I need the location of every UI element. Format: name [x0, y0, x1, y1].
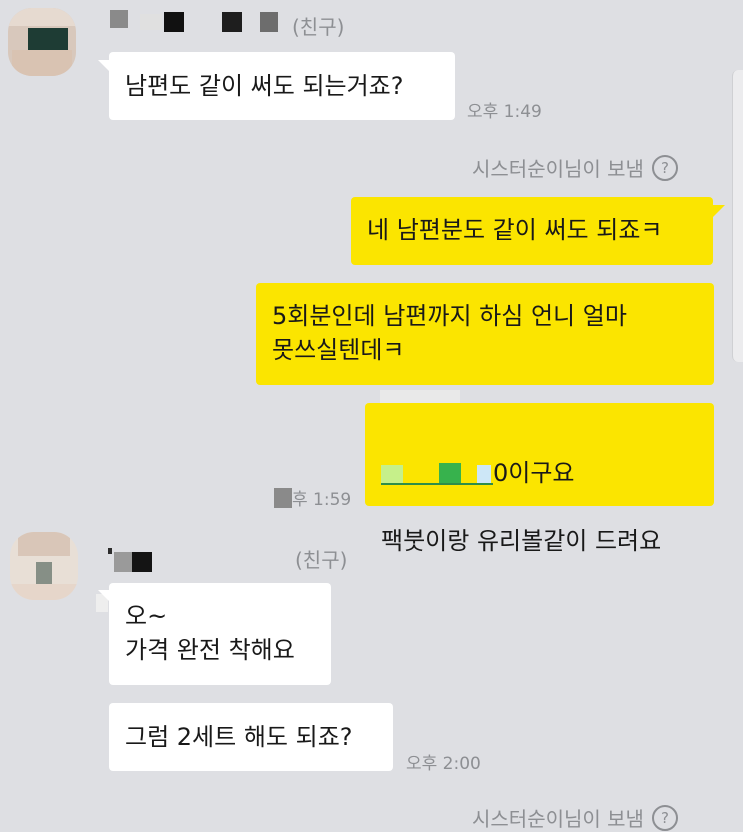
friend-avatar[interactable]	[10, 532, 78, 600]
scrollbar[interactable]	[732, 70, 743, 362]
friend-name-redacted	[110, 10, 280, 32]
friend-tag: (친구)	[292, 15, 345, 39]
friend-tag: (친구)	[295, 548, 348, 572]
redacted-strip	[380, 390, 460, 404]
chat-room: (친구) 남편도 같이 써도 되는거죠? 오후 1:49 시스터순이님이 보냄 …	[0, 0, 743, 831]
message-line-2: 팩붓이랑 유리볼같이 드려요	[381, 527, 662, 555]
friend-name-redacted	[108, 548, 158, 574]
redacted-link[interactable]	[381, 461, 493, 485]
message-line-1: 0이구요	[381, 456, 698, 490]
bubble-tail	[713, 205, 725, 217]
question-circle-icon[interactable]: ?	[651, 154, 678, 181]
message-time: 오후 2:00	[406, 754, 481, 774]
message-bubble[interactable]: 5회분인데 남편까지 하심 언니 얼마 못쓰실텐데ㅋ	[256, 283, 714, 385]
question-circle-icon[interactable]: ?	[651, 804, 678, 831]
message-bubble[interactable]: 네 남편분도 같이 써도 되죠ㅋ	[351, 197, 713, 265]
message-bubble[interactable]: 0이구요 팩붓이랑 유리볼같이 드려요	[365, 403, 714, 555]
redacted-read-count	[274, 488, 292, 508]
message-bubble[interactable]: 남편도 같이 써도 되는거죠?	[109, 52, 455, 120]
message-bubble[interactable]: 그럼 2세트 해도 되죠?	[109, 703, 393, 771]
sender-note: 시스터순이님이 보냄	[472, 157, 644, 181]
message-time: 오후 1:49	[467, 102, 542, 122]
friend-avatar[interactable]	[8, 8, 76, 76]
message-time: 후 1:59	[292, 490, 352, 510]
sender-note-row: 시스터순이님이 보냄 ?	[472, 153, 678, 182]
message-bubble[interactable]: 오~ 가격 완전 착해요	[109, 583, 331, 685]
message-line-1-text: 0이구요	[493, 459, 575, 487]
